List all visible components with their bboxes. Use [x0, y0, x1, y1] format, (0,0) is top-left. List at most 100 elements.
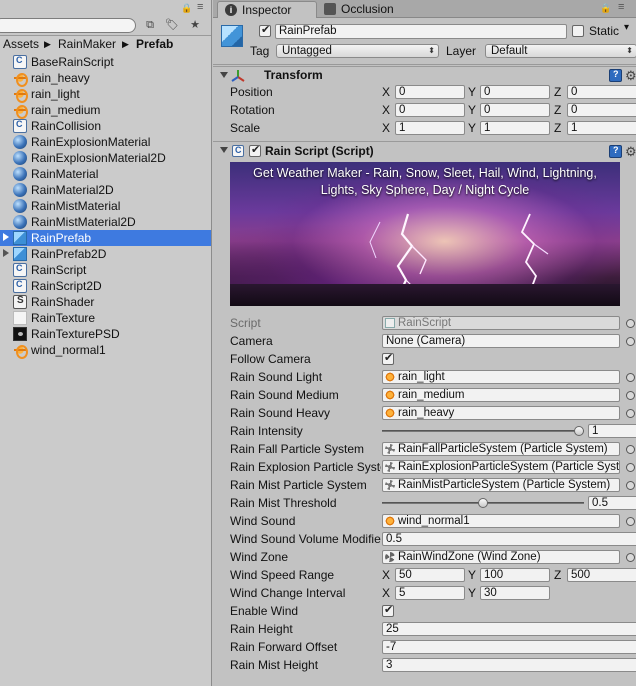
rain-mist-particle-system-field[interactable]: RainMistParticleSystem (Particle System) [382, 478, 620, 492]
asset-item[interactable]: RainTexture [0, 310, 211, 326]
breadcrumb-rainmaker[interactable]: RainMaker [58, 37, 116, 51]
rain-height-input[interactable]: 25 [382, 622, 636, 636]
help-book-icon[interactable] [609, 145, 622, 158]
asset-item[interactable]: RainExplosionMaterial [0, 134, 211, 150]
foldout-arrow-icon[interactable] [220, 147, 228, 153]
rain-mist-particle-system-picker-icon[interactable] [626, 481, 635, 490]
wind-change-interval-x-input[interactable]: 5 [395, 586, 465, 600]
camera-input[interactable]: None (Camera) [382, 334, 620, 348]
project-toolbar: 🔒 ≡ ⧉ 🏷 ★ [0, 0, 211, 36]
asset-item[interactable]: rain_light [0, 86, 211, 103]
breadcrumb-prefab[interactable]: Prefab [136, 37, 173, 51]
help-book-icon[interactable] [609, 69, 622, 82]
wind-sound-volume-modifier-input[interactable]: 0.5 [382, 532, 636, 546]
asset-item[interactable]: RainMistMaterial2D [0, 214, 211, 230]
wind-sound-picker-icon[interactable] [626, 517, 635, 526]
rain-intensity-slider-thumb[interactable] [574, 426, 584, 436]
asset-item[interactable]: RainScript [0, 262, 211, 278]
asset-item[interactable]: rain_heavy [0, 70, 211, 87]
wind-zone-field[interactable]: RainWindZone (Wind Zone) [382, 550, 620, 564]
transform-rotation-z-input[interactable]: 0 [567, 103, 636, 117]
rain-explosion-particle-system-picker-icon[interactable] [626, 463, 635, 472]
rain-mist-height-input[interactable]: 3 [382, 658, 636, 672]
asset-item[interactable]: RainMaterial [0, 166, 211, 182]
rain-sound-light-picker-icon[interactable] [626, 373, 635, 382]
asset-item[interactable]: RainShader [0, 294, 211, 310]
gear-icon[interactable]: ⚙ [625, 145, 636, 158]
wind-speed-range-y-input[interactable]: 100 [480, 568, 550, 582]
asset-item[interactable]: RainCollision [0, 118, 211, 134]
asset-item[interactable]: RainPrefab2D [0, 246, 211, 262]
transform-position-y-input[interactable]: 0 [480, 85, 550, 99]
weather-maker-banner[interactable]: Get Weather Maker - Rain, Snow, Sleet, H… [230, 162, 620, 306]
tag-dropdown[interactable]: Untagged [276, 44, 439, 58]
transform-rotation-y-input[interactable]: 0 [480, 103, 550, 117]
asset-item[interactable]: RainExplosionMaterial2D [0, 150, 211, 166]
camera-picker-icon[interactable] [626, 337, 635, 346]
filter-by-label-icon[interactable]: 🏷 [163, 17, 181, 33]
tab-inspector[interactable]: i Inspector [217, 1, 317, 18]
transform-scale-z-input[interactable]: 1 [567, 121, 636, 135]
rain-mist-threshold-input[interactable]: 0.5 [588, 496, 636, 510]
filter-by-type-icon[interactable]: ⧉ [141, 17, 159, 33]
asset-item[interactable]: RainPrefab [0, 230, 211, 246]
active-checkbox[interactable] [259, 23, 271, 37]
wind-sound-field[interactable]: wind_normal1 [382, 514, 620, 528]
breadcrumb-assets[interactable]: Assets [3, 37, 39, 51]
asset-item[interactable]: wind_normal1 [0, 342, 211, 359]
asset-item[interactable]: RainScript2D [0, 278, 211, 294]
favorite-star-icon[interactable]: ★ [186, 17, 204, 33]
menu-icon[interactable]: ≡ [197, 1, 203, 13]
tab-occlusion[interactable]: Occlusion [317, 1, 427, 18]
wind-change-interval-y-input[interactable]: 30 [480, 586, 550, 600]
rain-intensity-slider-track[interactable] [382, 430, 584, 432]
rain-sound-heavy-picker-icon[interactable] [626, 409, 635, 418]
project-search-input[interactable] [0, 18, 136, 33]
static-checkbox[interactable] [572, 25, 584, 37]
transform-scale-x-input[interactable]: 1 [395, 121, 465, 135]
rain-sound-medium-field[interactable]: rain_medium [382, 388, 620, 402]
lock-icon[interactable]: 🔒 [181, 3, 192, 14]
rain-sound-medium-picker-icon[interactable] [626, 391, 635, 400]
rain-mist-threshold-slider-thumb[interactable] [478, 498, 488, 508]
rain-explosion-particle-system-field[interactable]: RainExplosionParticleSystem (Particle Sy… [382, 460, 620, 474]
transform-scale-y-input[interactable]: 1 [480, 121, 550, 135]
expand-arrow-icon[interactable] [3, 233, 9, 241]
transform-position-z-input[interactable]: 0 [567, 85, 636, 99]
enable-wind-checkbox[interactable] [382, 603, 394, 617]
rain-sound-light-field[interactable]: rain_light [382, 370, 620, 384]
asset-item[interactable]: rain_medium [0, 102, 211, 119]
static-dropdown-icon[interactable]: ▾ [624, 22, 629, 33]
expand-arrow-icon[interactable] [3, 249, 9, 257]
asset-item[interactable]: RainMistMaterial [0, 198, 211, 214]
transform-axis-icon [231, 70, 245, 82]
wind-speed-range-z-input[interactable]: 500 [567, 568, 636, 582]
follow-camera-checkbox[interactable] [382, 351, 394, 365]
rain-sound-heavy-field[interactable]: rain_heavy [382, 406, 620, 420]
lock-icon[interactable]: 🔒 [600, 3, 611, 14]
wind-zone-picker-icon[interactable] [626, 553, 635, 562]
axis-x-label: X [382, 568, 391, 582]
wind-speed-range-x-input[interactable]: 50 [395, 568, 465, 582]
rain-intensity-input[interactable]: 1 [588, 424, 636, 438]
object-name-input[interactable]: RainPrefab [275, 24, 567, 39]
rain-explosion-particle-system-value: RainExplosionParticleSystem (Particle Sy… [398, 461, 620, 473]
rain-mist-particle-system-value: RainMistParticleSystem (Particle System) [398, 479, 611, 491]
particle-system-icon [385, 444, 395, 454]
layer-dropdown[interactable]: Default [485, 44, 636, 58]
asset-item[interactable]: BaseRainScript [0, 54, 211, 70]
rain-fall-particle-system-picker-icon[interactable] [626, 445, 635, 454]
asset-item[interactable]: RainTexturePSD [0, 326, 211, 342]
transform-rotation-x-input[interactable]: 0 [395, 103, 465, 117]
rain-forward-offset-input[interactable]: -7 [382, 640, 636, 654]
asset-item[interactable]: RainMaterial2D [0, 182, 211, 198]
menu-icon[interactable]: ≡ [618, 1, 624, 13]
rainscript-header[interactable]: Rain Script (Script) ⚙ [213, 141, 636, 159]
rainscript-enabled-checkbox[interactable] [249, 143, 261, 157]
transform-header[interactable]: Transform ⚙ [213, 66, 636, 84]
rain-fall-particle-system-field[interactable]: RainFallParticleSystem (Particle System) [382, 442, 620, 456]
transform-position-x-input[interactable]: 0 [395, 85, 465, 99]
foldout-arrow-icon[interactable] [220, 72, 228, 78]
gear-icon[interactable]: ⚙ [625, 69, 636, 82]
inspector-panel: i Inspector Occlusion 🔒 ≡ RainPrefab Sta… [213, 0, 636, 686]
